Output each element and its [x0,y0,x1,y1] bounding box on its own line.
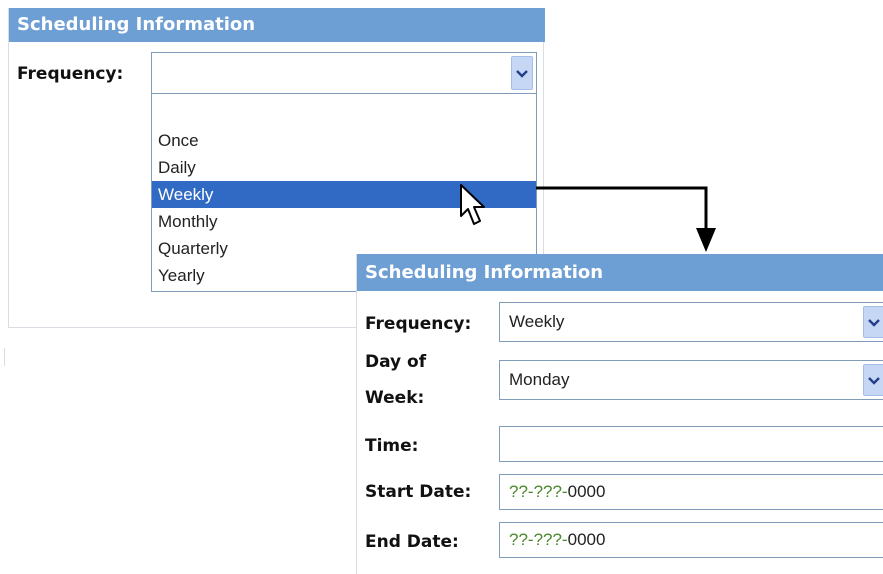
end-date-mask: ??-???- [509,530,568,549]
day-of-week-select[interactable]: Monday [499,360,883,400]
start-date-label: Start Date: [365,482,472,502]
option-daily[interactable]: Daily [152,154,536,181]
day-of-week-label-line1: Day of [365,352,427,372]
option-blank[interactable] [152,100,536,127]
scheduling-panel-after: Scheduling Information Frequency: Weekly… [356,254,883,574]
day-of-week-label-line2: Week: [365,388,425,408]
end-date-label: End Date: [365,532,459,552]
start-date-input[interactable]: ??-???-0000 [499,474,883,510]
end-date-year: 0000 [567,530,606,549]
chevron-down-icon [868,376,880,385]
arrow-connector-icon [536,186,716,252]
start-date-year: 0000 [567,482,606,501]
time-input[interactable] [499,426,883,462]
day-of-week-select-value: Monday [509,370,570,389]
dropdown-button[interactable] [863,306,883,338]
frequency-label: Frequency: [365,314,472,334]
chevron-down-icon [516,69,528,78]
frequency-select[interactable] [151,52,537,94]
mouse-pointer-icon [460,184,485,225]
divider [4,348,5,366]
frequency-label: Frequency: [17,64,124,84]
panel-header: Scheduling Information [9,8,545,42]
frequency-select-value: Weekly [509,312,565,331]
start-date-value: ??-???-0000 [509,482,605,502]
dropdown-button[interactable] [511,56,533,90]
frequency-select[interactable]: Weekly [499,302,883,342]
time-label: Time: [365,436,419,456]
end-date-input[interactable]: ??-???-0000 [499,522,883,558]
option-once[interactable]: Once [152,127,536,154]
panel-header: Scheduling Information [357,254,883,291]
start-date-mask: ??-???- [509,482,568,501]
dropdown-button[interactable] [863,364,883,396]
chevron-down-icon [868,318,880,327]
end-date-value: ??-???-0000 [509,530,605,550]
